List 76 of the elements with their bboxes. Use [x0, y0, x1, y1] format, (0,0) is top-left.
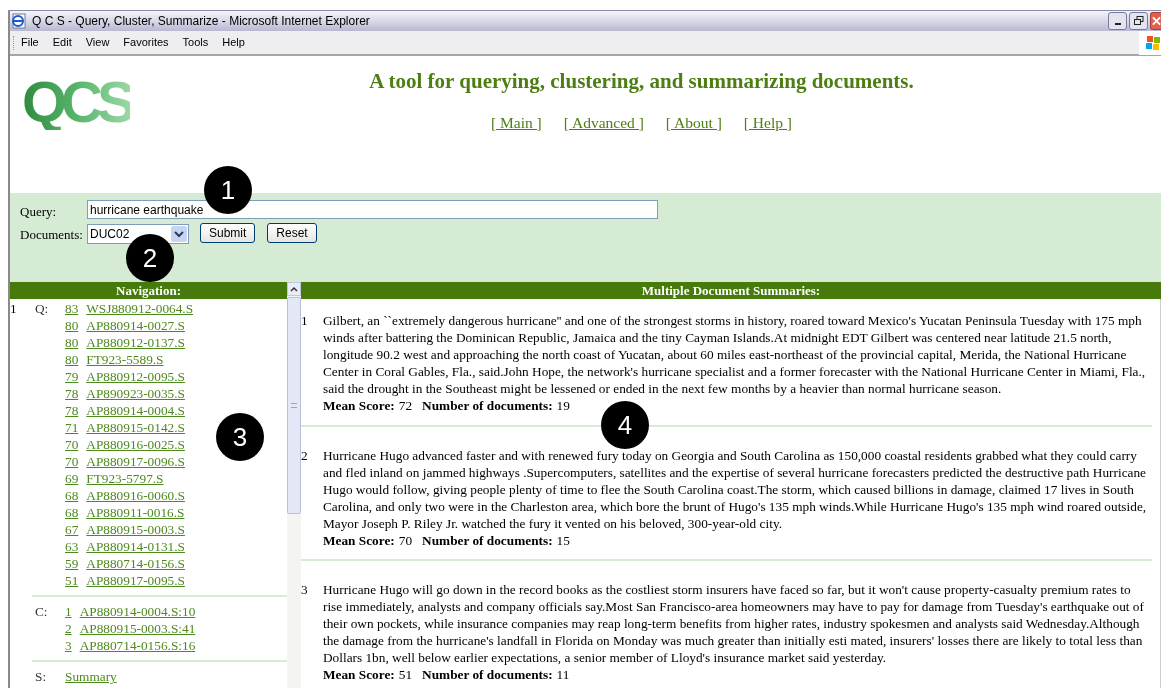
- query-field[interactable]: hurricane earthquake: [87, 200, 658, 219]
- score-label: Mean Score:: [323, 397, 395, 414]
- form-button[interactable]: Submit: [200, 223, 256, 243]
- document-link[interactable]: 80 AP880912-0137.S: [65, 334, 185, 351]
- summary-text: Hurricane Hugo advanced faster and with renewed fury today on Georgia and South Carolina as 150,000 coastal residents grabbed what they could carry and fled inland on jammed highways .Supercomputers, satellites and the expertise of several hurricane forecasters predicted the destructive path Hurricane Hugo would follow, giving people plenty of time to flee the South Carolina coast.The storm, which caused billions in damage, claimed 17 lives in South Carolina, and only two were in the Charleston area, which bore the brunt of Hugo's 135 mph winds.While Hurricane Hugo's 135 mph wind roared outside, Mayor Joseph P. Riley Jr. watched the fury it vented on his beloved, 300-year-old city.: [323, 447, 1148, 532]
- page-heading: A tool for querying, clustering, and summarizing documents.: [369, 68, 914, 95]
- windows-logo-icon: [1145, 34, 1161, 51]
- summary-number: 1: [301, 312, 309, 330]
- window-title: Q C S - Query, Cluster, Summarize - Microsoft Internet Explorer: [32, 13, 370, 30]
- document-link[interactable]: 80 FT923-5589.S: [65, 351, 164, 368]
- document-link[interactable]: 68 AP880916-0060.S: [65, 487, 185, 504]
- score-label: Mean Score:: [323, 666, 395, 683]
- document-link[interactable]: 59 AP880714-0156.S: [65, 555, 185, 572]
- document-link[interactable]: Summary: [65, 668, 117, 685]
- restore-icon: [1133, 16, 1144, 26]
- scroll-up-button[interactable]: [287, 282, 301, 296]
- minimize-button[interactable]: [1108, 12, 1127, 30]
- result-number: 1: [10, 300, 18, 318]
- browser-icon: [11, 13, 27, 29]
- document-link[interactable]: 79 AP880912-0095.S: [65, 368, 185, 385]
- score-value: 51: [398, 666, 413, 683]
- document-link[interactable]: 80 AP880914-0027.S: [65, 317, 185, 334]
- nav-link[interactable]: [ Help ]: [743, 110, 792, 134]
- restore-button[interactable]: [1129, 12, 1148, 30]
- summary-number: 3: [301, 581, 309, 599]
- document-link[interactable]: 51 AP880917-0095.S: [65, 572, 185, 589]
- document-link[interactable]: 70 AP880916-0025.S: [65, 436, 185, 453]
- menu-item[interactable]: Tools: [182, 34, 209, 51]
- documents-label: Documents:: [20, 226, 83, 244]
- count-label: Number of documents:: [422, 397, 553, 414]
- score-value: 70: [398, 532, 413, 549]
- document-link[interactable]: 83 WSJ880912-0064.S: [65, 300, 194, 317]
- summary-text: Gilbert, an ``extremely dangerous hurricane'' and one of the strongest storms in history, roared toward Mexico's Yucatan Peninsula Tuesday with 175 mph winds after battering the Dominican Republic, Jamaica and the tiny Cayman Islands.At midnight EDT Gilbert was centered near latitude 21.5 north, longitude 90.2 west and approaching the north coast of Yucatan, about 60 miles east-northeast of the provincial capital, Merida, the National Hurricane Center in Coral Gables, Fla., said.John Hope, the network's hurricane specialist and a former forecaster with the National Hurricane Center in Miami, Fla., said the drought in the Southeast might be lessened or ended in the next few months by a heavier than normal hurricane season.: [323, 312, 1147, 397]
- document-link[interactable]: 3 AP880714-0156.S:16: [65, 637, 196, 654]
- count-value: 15: [556, 532, 570, 549]
- group-label: C:: [34, 603, 49, 621]
- count-value: 11: [556, 666, 570, 683]
- summary-text: Hurricane Hugo will go down in the record books as the costliest storm insurers have faced so far, but it won't cause property-casualty premium rates to rise immediately, analysts and company officials say.Most San Francisco-area homeowners may have to pay for damage from Tuesday's earthquake out of their own pockets, while insurance companies may reap long-term benefits from higher rates, industry spokesmen and analysts said Wednesday.Although the damage from the hurricane's landfall in Florida on Monday was much greater than initially esti mated, insurers' losses there are likely to total less than Dollars 1bn, well below earlier expectations, a senior member of Lloyd's insurance market said yesterday.: [323, 581, 1145, 666]
- count-value: 19: [556, 397, 570, 414]
- document-link[interactable]: 78 AP890923-0035.S: [65, 385, 185, 402]
- document-link[interactable]: 63 AP880914-0131.S: [65, 538, 185, 555]
- group-label: S:: [34, 668, 48, 685]
- document-link[interactable]: 2 AP880915-0003.S:41: [65, 620, 196, 637]
- close-button[interactable]: [1150, 12, 1161, 30]
- navigation-scrollbar[interactable]: [287, 282, 301, 688]
- document-link[interactable]: 78 AP880914-0004.S: [65, 402, 185, 419]
- nav-link[interactable]: [ About ]: [665, 110, 722, 134]
- menu-item[interactable]: File: [21, 34, 39, 51]
- callout-badge: 3: [216, 413, 264, 461]
- count-label: Number of documents:: [422, 532, 553, 549]
- navigation-header: Navigation:: [10, 282, 287, 299]
- query-label: Query:: [20, 203, 57, 221]
- nav-link[interactable]: [ Advanced ]: [563, 110, 644, 134]
- nav-link[interactable]: [ Main ]: [491, 110, 542, 134]
- summaries-header: Multiple Document Summaries:: [301, 282, 1161, 299]
- callout-badge: 1: [204, 166, 252, 214]
- callout-badge: 4: [601, 401, 649, 449]
- group-label: Q:: [34, 300, 50, 318]
- scroll-thumb[interactable]: [287, 297, 301, 514]
- menu-item[interactable]: View: [85, 34, 110, 51]
- document-link[interactable]: 68 AP880911-0016.S: [65, 504, 185, 521]
- form-button[interactable]: Reset: [267, 223, 317, 243]
- document-link[interactable]: 69 FT923-5797.S: [65, 470, 164, 487]
- menu-item[interactable]: Help: [222, 34, 245, 51]
- summary-number: 2: [301, 447, 309, 465]
- document-link[interactable]: 70 AP880917-0096.S: [65, 453, 185, 470]
- menu-item[interactable]: Edit: [52, 34, 72, 51]
- document-link[interactable]: 1 AP880914-0004.S:10: [65, 603, 196, 620]
- document-link[interactable]: 67 AP880915-0003.S: [65, 521, 185, 538]
- document-link[interactable]: 71 AP880915-0142.S: [65, 419, 185, 436]
- score-label: Mean Score:: [323, 532, 395, 549]
- menu-item[interactable]: Favorites: [123, 34, 169, 51]
- close-icon: [1152, 16, 1161, 26]
- minimize-icon: [1114, 23, 1121, 25]
- score-value: 72: [398, 397, 413, 414]
- count-label: Number of documents:: [422, 666, 553, 683]
